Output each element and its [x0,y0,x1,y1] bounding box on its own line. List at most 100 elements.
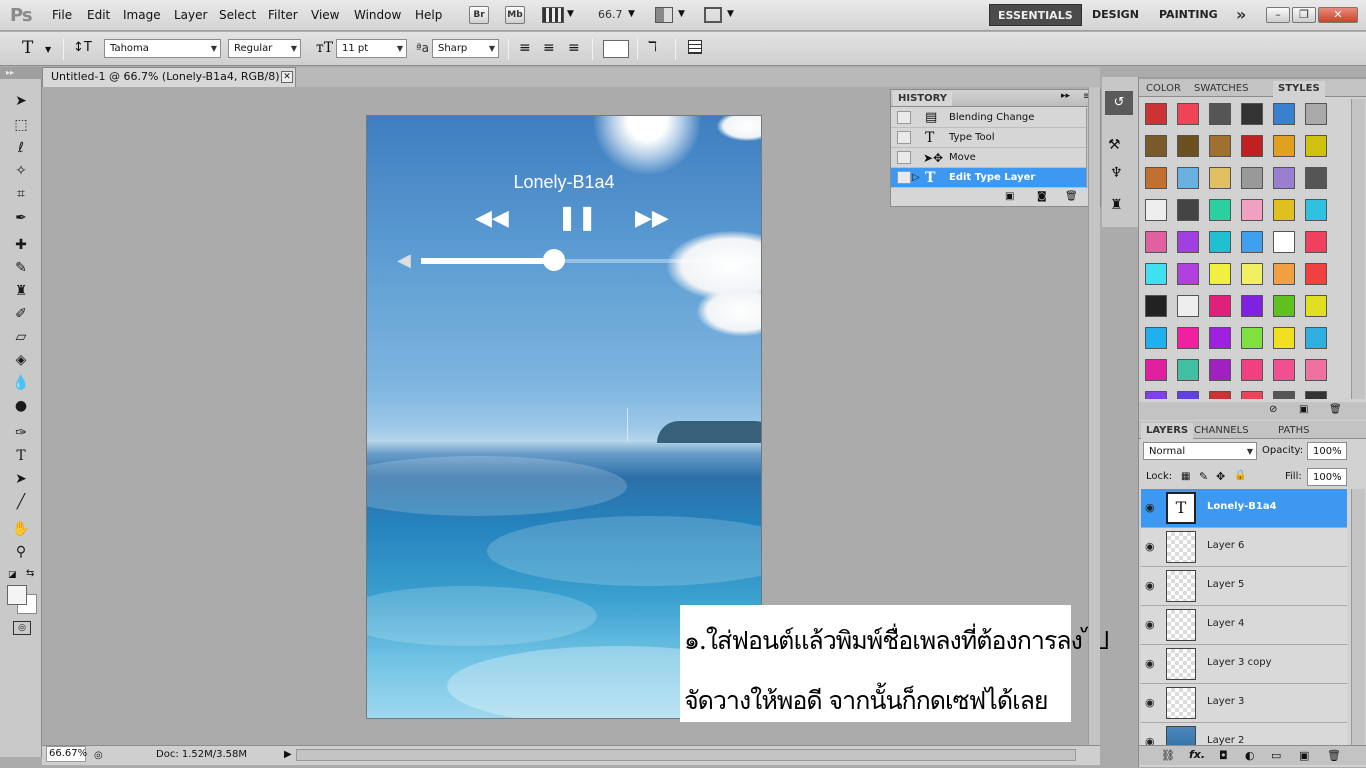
menu-view[interactable]: View [311,8,339,22]
layer-row[interactable]: ◉ Layer 5 [1141,567,1347,606]
style-preset-swatch[interactable] [1241,359,1263,381]
style-preset-swatch[interactable] [1305,263,1327,285]
layer-name[interactable]: Layer 5 [1207,579,1244,590]
trash-icon[interactable]: 🗑 [1329,404,1342,415]
style-preset-swatch[interactable] [1241,295,1263,317]
tab-color[interactable]: COLOR [1141,81,1186,97]
tab-swatches[interactable]: SWATCHES [1189,81,1253,97]
font-size-select[interactable]: 11 pt ▼ [336,39,407,58]
style-preset-swatch[interactable] [1177,391,1199,399]
style-preset-swatch[interactable] [1177,103,1199,125]
swap-colors-icon[interactable]: ⇆ [26,568,34,579]
style-preset-swatch[interactable] [1177,327,1199,349]
style-preset-swatch[interactable] [1273,231,1295,253]
rewind-icon[interactable]: ◀◀ [475,208,509,230]
style-preset-swatch[interactable] [1177,167,1199,189]
style-preset-swatch[interactable] [1209,263,1231,285]
history-item[interactable]: ▤ Blending Change [891,108,1086,128]
canvas-vertical-scrollbar[interactable] [1088,87,1100,745]
style-preset-swatch[interactable] [1209,103,1231,125]
type-tool-icon[interactable]: T [22,38,33,58]
layer-row[interactable]: ◉ Layer 3 copy [1141,645,1347,684]
style-preset-swatch[interactable] [1209,199,1231,221]
style-preset-swatch[interactable] [1209,295,1231,317]
healing-brush-tool-icon[interactable]: ✚ [10,235,32,255]
text-color-swatch[interactable] [603,40,629,58]
tool-presets-icon[interactable]: ♜ [1110,197,1123,213]
style-preset-swatch[interactable] [1177,359,1199,381]
film-strip-icon[interactable] [542,7,564,23]
workspace-painting[interactable]: PAINTING [1151,4,1226,26]
lock-position-icon[interactable]: ✥ [1216,470,1225,483]
style-preset-swatch[interactable] [1209,167,1231,189]
history-checkbox[interactable] [897,111,911,124]
history-panel-icon[interactable]: ↺ [1105,91,1133,115]
history-item-selected[interactable]: ▷ T Edit Type Layer [891,168,1086,188]
eye-icon[interactable]: ◉ [1145,735,1155,745]
canvas-horizontal-scrollbar[interactable] [296,749,1076,761]
history-tab[interactable]: HISTORY [893,91,953,106]
style-preset-swatch[interactable] [1273,327,1295,349]
eyedropper-tool-icon[interactable]: ✒ [10,208,32,228]
pause-icon[interactable]: ❚❚ [557,205,597,229]
style-preset-swatch[interactable] [1305,167,1327,189]
layer-row[interactable]: ◉ Layer 3 [1141,684,1347,723]
quick-mask-icon[interactable]: ◎ [13,621,31,635]
style-preset-swatch[interactable] [1305,295,1327,317]
lock-transparent-icon[interactable]: ▦ [1181,471,1190,482]
style-preset-swatch[interactable] [1273,391,1295,399]
type-tool-icon[interactable]: T [10,446,32,466]
pen-tool-icon[interactable]: ✑ [10,423,32,443]
adjustment-icon[interactable]: ◐ [1245,749,1255,762]
chevron-down-icon[interactable]: ▼ [567,9,574,19]
zoom-level[interactable]: 66.7 [598,8,623,21]
zoom-field[interactable]: 66.67% [46,746,87,762]
clone-source-icon[interactable]: ♆ [1110,165,1123,181]
style-preset-swatch[interactable] [1273,263,1295,285]
style-preset-swatch[interactable] [1241,103,1263,125]
paint-bucket-tool-icon[interactable]: ◈ [10,350,32,370]
style-preset-swatch[interactable] [1273,199,1295,221]
history-brush-tool-icon[interactable]: ✐ [10,304,32,324]
minibridge-button[interactable]: Mb [505,6,525,24]
style-preset-swatch[interactable] [1209,231,1231,253]
style-preset-swatch[interactable] [1305,327,1327,349]
warp-text-icon[interactable]: ℸ [648,39,657,55]
style-preset-swatch[interactable] [1145,135,1167,157]
menu-file[interactable]: File [52,8,72,22]
style-preset-swatch[interactable] [1305,391,1327,399]
history-checkbox[interactable] [897,171,911,184]
style-preset-swatch[interactable] [1145,103,1167,125]
style-preset-swatch[interactable] [1241,231,1263,253]
close-button[interactable]: ✕ [1318,7,1358,23]
style-preset-swatch[interactable] [1145,359,1167,381]
style-preset-swatch[interactable] [1273,167,1295,189]
layer-row[interactable]: ◉ Layer 6 [1141,528,1347,567]
style-preset-swatch[interactable] [1145,327,1167,349]
collapse-icon[interactable]: ▸▸ [1061,91,1070,101]
layer-name[interactable]: Lonely-B1a4 [1207,501,1277,512]
chevron-down-icon[interactable]: ▼ [678,9,685,19]
style-preset-swatch[interactable] [1305,135,1327,157]
align-right-icon[interactable]: ≡ [568,40,580,56]
style-preset-swatch[interactable] [1273,103,1295,125]
new-layer-icon[interactable]: ▣ [1299,749,1309,762]
fx-icon[interactable]: fx. [1189,748,1205,761]
workspace-design[interactable]: DESIGN [1084,4,1147,26]
styles-scrollbar[interactable] [1351,99,1365,399]
menu-window[interactable]: Window [354,8,401,22]
style-preset-swatch[interactable] [1305,103,1327,125]
align-center-icon[interactable]: ≡ [543,40,555,56]
style-preset-swatch[interactable] [1145,199,1167,221]
close-tab-icon[interactable]: ✕ [281,71,293,83]
antialias-select[interactable]: Sharp ▼ [432,39,499,58]
style-preset-swatch[interactable] [1209,359,1231,381]
trash-icon[interactable]: 🗑 [1327,749,1341,762]
layer-row[interactable]: ◉ Layer 2 [1141,723,1347,745]
character-panel-icon[interactable] [688,40,702,54]
style-preset-swatch[interactable] [1145,391,1167,399]
style-preset-swatch[interactable] [1177,199,1199,221]
crop-tool-icon[interactable]: ⌗ [10,184,32,204]
style-preset-swatch[interactable] [1209,327,1231,349]
menu-layer[interactable]: Layer [174,8,207,22]
